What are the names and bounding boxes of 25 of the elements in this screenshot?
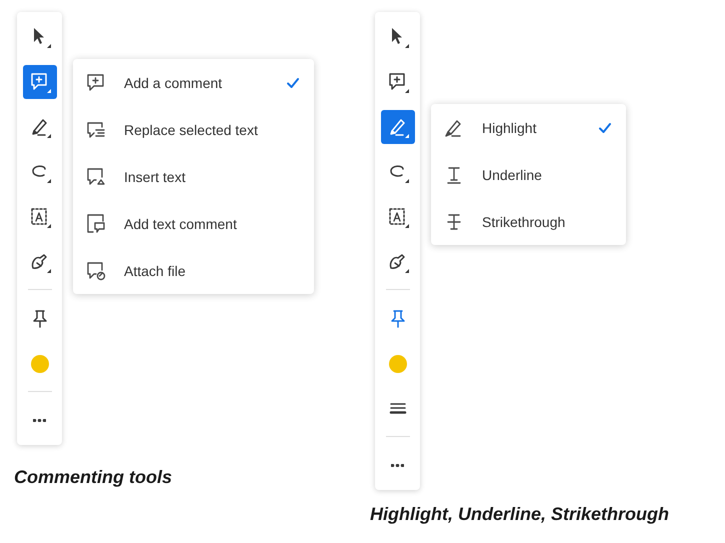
menu-item-label: Highlight — [482, 120, 538, 136]
menu-item[interactable]: Add text comment — [73, 200, 314, 247]
menu-item-label: Underline — [482, 166, 543, 182]
menu-item-label: Add a comment — [124, 74, 224, 90]
menu-item[interactable]: Underline — [431, 151, 626, 198]
text-comment-icon — [85, 212, 107, 234]
menu-item[interactable]: Replace selected text — [73, 106, 314, 153]
menu-item[interactable]: Attach file — [73, 247, 314, 294]
menu-item[interactable]: Add a comment — [73, 59, 314, 106]
menu-item[interactable]: Highlight — [431, 104, 626, 151]
menu-item-label: Insert text — [124, 168, 186, 184]
color-swatch[interactable] — [388, 354, 406, 372]
figure-caption: Commenting tools — [14, 467, 173, 488]
more-icon — [33, 419, 46, 422]
figure-caption: Highlight, Underline, Strikethrough — [370, 504, 669, 525]
menu-item[interactable]: Strikethrough — [431, 198, 626, 245]
menu-item-label: Add text comment — [124, 216, 238, 232]
color-swatch[interactable] — [30, 354, 48, 372]
more-icon — [391, 464, 404, 467]
menu-item-label: Replace selected text — [124, 122, 259, 138]
menu-item-label: Strikethrough — [482, 214, 566, 230]
menu-item[interactable]: Insert text — [73, 153, 314, 200]
comment-attach-icon — [85, 260, 107, 282]
menu-item-label: Attach file — [124, 262, 186, 278]
comment-insert-icon — [85, 166, 107, 188]
